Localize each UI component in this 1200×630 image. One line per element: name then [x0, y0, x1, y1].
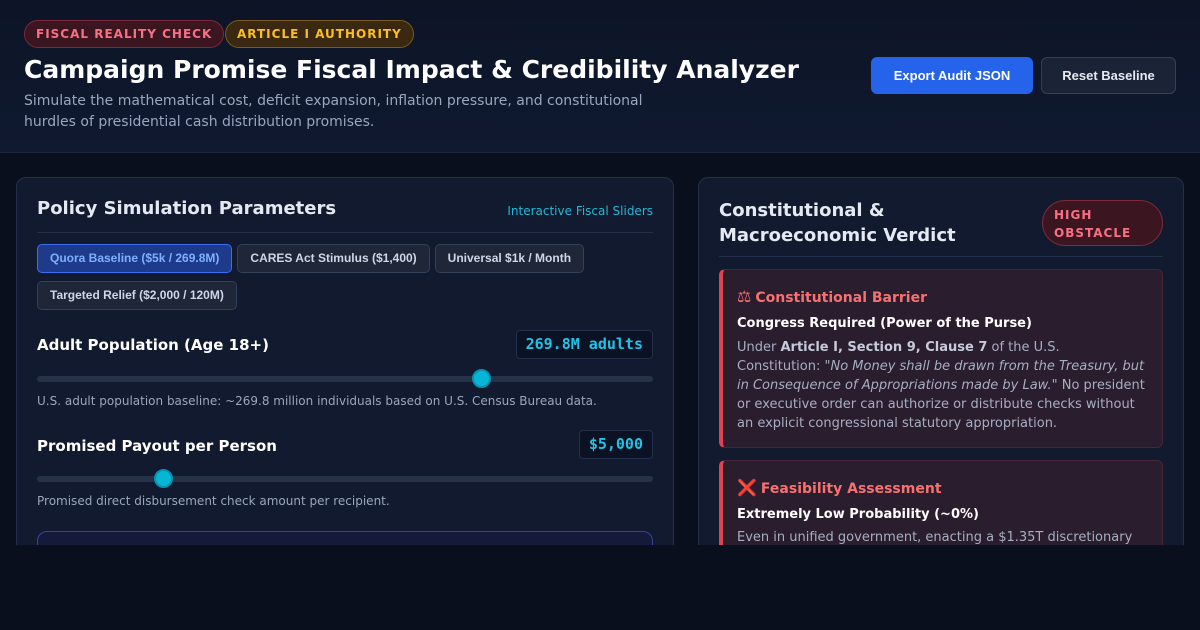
feasibility-subheading: Extremely Low Probability (~0%)	[737, 507, 979, 522]
reset-baseline-button[interactable]: Reset Baseline	[1041, 57, 1176, 94]
constitutional-barrier-heading: ⚖ Constitutional Barrier	[737, 287, 928, 306]
verdict-title: Constitutional & Macroeconomic Verdict	[719, 200, 956, 246]
risk-level-badge: HIGH OBSTACLE	[1042, 200, 1163, 246]
panel-divider	[37, 232, 653, 233]
population-value: 269.8M adults	[515, 330, 653, 359]
parameters-panel: Policy Simulation Parameters Interactive…	[16, 177, 674, 557]
population-slider[interactable]	[37, 369, 653, 388]
export-audit-button[interactable]: Export Audit JSON	[871, 57, 1033, 94]
payout-value: $5,000	[578, 430, 653, 459]
scales-icon: ⚖	[737, 287, 752, 306]
constitutional-barrier-body: Under Article I, Section 9, Clause 7 of …	[737, 340, 1145, 431]
feasibility-card: ❌ Feasibility Assessment Extremely Low Pr…	[719, 460, 1163, 556]
payout-slider-thumb[interactable]	[154, 469, 174, 488]
payout-help: Promised direct disbursement check amoun…	[37, 494, 390, 508]
verdict-panel: Constitutional & Macroeconomic Verdict H…	[698, 177, 1184, 557]
fiscal-reality-badge: FISCAL REALITY CHECK	[24, 20, 225, 48]
article-one-badge: ARTICLE I AUTHORITY	[225, 20, 414, 48]
payout-slider[interactable]	[37, 469, 653, 488]
preset-universal-monthly[interactable]: Universal $1k / Month	[434, 244, 585, 273]
population-help: U.S. adult population baseline: ~269.8 m…	[37, 394, 597, 408]
constitutional-barrier-card: ⚖ Constitutional Barrier Congress Require…	[719, 269, 1163, 448]
page-header: FISCAL REALITY CHECK ARTICLE I AUTHORITY…	[0, 0, 1200, 153]
preset-cares-act[interactable]: CARES Act Stimulus ($1,400)	[237, 244, 430, 273]
preset-targeted-relief[interactable]: Targeted Relief ($2,000 / 120M)	[37, 281, 237, 310]
page-title: Campaign Promise Fiscal Impact & Credibi…	[24, 55, 799, 84]
payout-label: Promised Payout per Person	[37, 437, 277, 455]
cross-mark-icon: ❌	[737, 478, 757, 497]
preset-chips: Quora Baseline ($5k / 269.8M) CARES Act S…	[37, 244, 657, 318]
page-subtitle: Simulate the mathematical cost, deficit …	[24, 93, 643, 130]
constitutional-barrier-subheading: Congress Required (Power of the Purse)	[737, 316, 1032, 331]
population-label: Adult Population (Age 18+)	[37, 336, 269, 354]
parameters-title: Policy Simulation Parameters	[37, 198, 337, 219]
viewport-bottom-area	[0, 545, 1200, 630]
population-slider-thumb[interactable]	[471, 369, 491, 388]
interactive-sliders-link[interactable]: Interactive Fiscal Sliders	[507, 204, 653, 218]
preset-quora-baseline[interactable]: Quora Baseline ($5k / 269.8M)	[37, 244, 233, 273]
panel-divider	[719, 256, 1163, 257]
feasibility-heading: ❌ Feasibility Assessment	[737, 478, 942, 497]
